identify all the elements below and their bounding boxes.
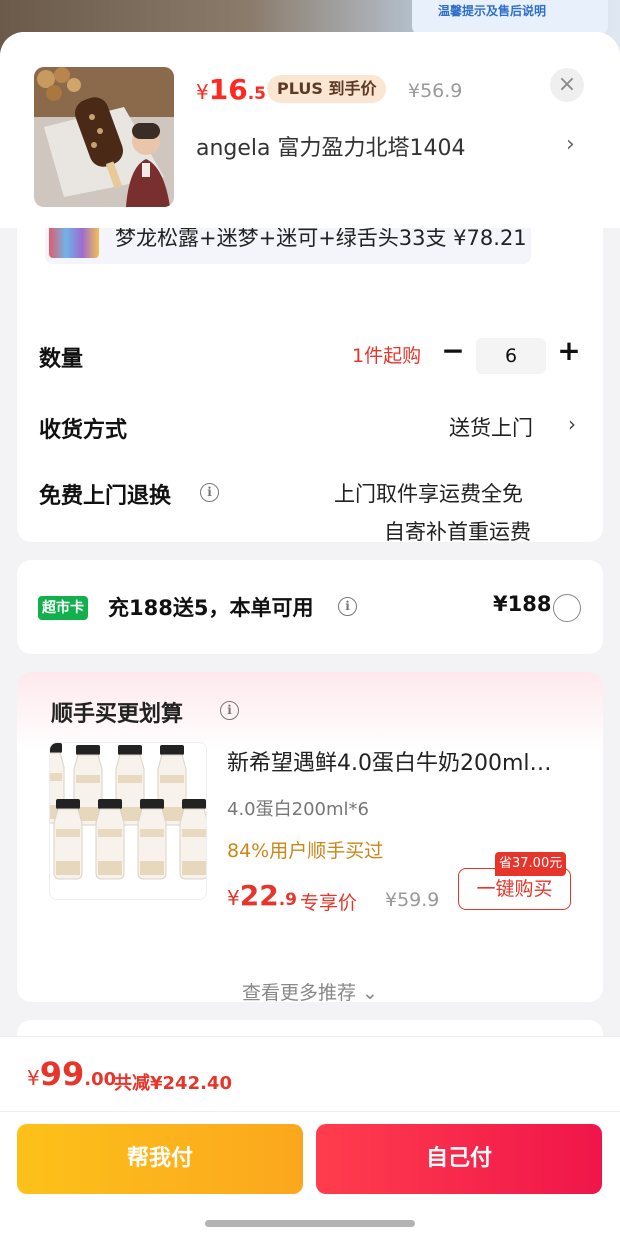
info-icon[interactable]: i xyxy=(338,597,357,616)
close-button[interactable]: × xyxy=(550,68,584,102)
price-symbol: ¥ xyxy=(196,80,209,104)
purchase-sheet: ¥16.5 PLUS 到手价 ¥56.9 × angela 富力盈力北塔1404… xyxy=(0,32,620,1238)
supermarket-card-price: ¥188 xyxy=(493,592,552,616)
price-decimal: .5 xyxy=(247,84,266,104)
recommend-item-name[interactable]: 新希望遇鲜4.0蛋白牛奶200ml… xyxy=(227,745,583,777)
delivery-method[interactable]: 送货上门 xyxy=(449,412,533,442)
help-me-pay-label: 帮我付 xyxy=(126,1146,193,1171)
pay-myself-button[interactable]: 自己付 xyxy=(316,1124,602,1194)
after-sale-banner: 温馨提示及售后说明 xyxy=(412,0,608,36)
info-icon[interactable]: i xyxy=(220,701,239,720)
info-icon[interactable]: i xyxy=(200,483,219,502)
recommend-item-image[interactable] xyxy=(49,742,207,900)
current-price: ¥16.5 xyxy=(196,73,266,106)
checkout-bar: ¥99.00 共减¥242.40 帮我付 自己付 xyxy=(0,1036,620,1238)
recommend-card: 顺手买更划算 i 新希望遇鲜4.0蛋白牛奶200ml… 4.0蛋白200ml*6… xyxy=(17,672,603,1005)
exclusive-price-label: 专享价 xyxy=(300,892,358,914)
previous-item-text: 梦龙松露+迷梦+迷可+绿舌头33支 ¥78.21 xyxy=(115,228,527,250)
recommend-item-users: 84%用户顺手买过 xyxy=(227,840,384,862)
free-return-line1: 上门取件享运费全免 xyxy=(334,482,523,506)
save-amount-tag: 省37.00元 xyxy=(495,852,567,876)
supermarket-card-text: 充188送5，本单可用 xyxy=(108,596,314,620)
original-price: ¥56.9 xyxy=(408,80,463,102)
supermarket-card-offer[interactable]: 超市卡 充188送5，本单可用 i ¥188 xyxy=(17,560,603,654)
quantity-label: 数量 xyxy=(39,347,84,372)
home-indicator[interactable] xyxy=(205,1220,415,1227)
price-symbol: ¥ xyxy=(27,1066,40,1090)
price-decimal: .00 xyxy=(84,1069,117,1090)
price-integer: 16 xyxy=(208,73,248,106)
chevron-right-icon[interactable]: › xyxy=(568,412,576,436)
delivery-label: 收货方式 xyxy=(39,418,128,443)
product-image[interactable] xyxy=(34,67,174,207)
more-recommendations-link[interactable]: 查看更多推荐 ⌄ xyxy=(17,978,603,1005)
min-buy-note: 1件起购 xyxy=(352,345,422,367)
price-integer: 22 xyxy=(239,879,279,912)
price-integer: 99 xyxy=(39,1055,85,1093)
recommend-item-original-price: ¥59.9 xyxy=(385,889,440,911)
recommend-item-spec: 4.0蛋白200ml*6 xyxy=(227,799,369,820)
help-me-pay-button[interactable]: 帮我付 xyxy=(17,1124,303,1194)
previous-item-row[interactable]: 梦龙松露+迷梦+迷可+绿舌头33支 ¥78.21 xyxy=(45,228,531,264)
banner-title: 温馨提示及售后说明 xyxy=(438,4,547,18)
supermarket-card-radio[interactable] xyxy=(553,594,581,622)
quantity-input[interactable]: 6 xyxy=(476,338,546,374)
close-icon: × xyxy=(557,72,577,97)
chevron-right-icon[interactable]: › xyxy=(566,132,575,157)
previous-item-image xyxy=(49,228,99,258)
total-price: ¥99.00 xyxy=(27,1055,116,1093)
quantity-minus-button[interactable]: − xyxy=(438,337,468,368)
recommend-title: 顺手买更划算 xyxy=(51,702,184,727)
quantity-plus-button[interactable]: + xyxy=(554,336,584,368)
price-decimal: .9 xyxy=(278,890,297,910)
supermarket-card-badge: 超市卡 xyxy=(38,596,88,620)
free-return-label: 免费上门退换 xyxy=(39,484,172,509)
plus-price-badge: PLUS 到手价 xyxy=(267,75,387,103)
sheet-header: ¥16.5 PLUS 到手价 ¥56.9 × angela 富力盈力北塔1404… xyxy=(0,32,620,228)
free-return-line2: 自寄补首重运费 xyxy=(384,520,531,544)
pay-myself-label: 自己付 xyxy=(425,1146,492,1171)
order-options-card: 梦龙松露+迷梦+迷可+绿舌头33支 ¥78.21 数量 1件起购 − 6 + 收… xyxy=(17,228,603,544)
total-discount: 共减¥242.40 xyxy=(114,1073,232,1094)
price-symbol: ¥ xyxy=(227,886,240,910)
recommend-item-price: ¥22.9 xyxy=(227,879,297,912)
divider xyxy=(0,1111,620,1112)
selected-variant[interactable]: angela 富力盈力北塔1404 xyxy=(196,130,466,162)
